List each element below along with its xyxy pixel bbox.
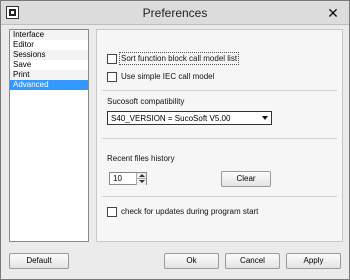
chevron-down-icon[interactable]	[262, 116, 268, 120]
separator	[102, 138, 337, 139]
category-item-sessions[interactable]: Sessions	[10, 50, 88, 60]
separator	[102, 196, 337, 197]
preferences-category-list: Interface Editor Sessions Save Print Adv…	[9, 29, 89, 242]
window-title: Preferences	[142, 6, 208, 20]
advanced-settings-panel: Sort function block call model list Use …	[96, 29, 343, 242]
preferences-window: Preferences ✕ Interface Editor Sessions …	[0, 0, 350, 280]
compat-value: S40_VERSION = SucoSoft V5.00	[111, 114, 231, 123]
clear-history-button[interactable]: Clear	[221, 171, 271, 187]
check-updates-checkbox[interactable]	[107, 207, 117, 217]
close-button[interactable]: ✕	[322, 5, 344, 21]
cancel-button[interactable]: Cancel	[225, 253, 280, 269]
apply-button[interactable]: Apply	[286, 253, 341, 269]
sort-function-block-label[interactable]: Sort function block call model list	[118, 52, 240, 65]
category-item-advanced[interactable]: Advanced	[10, 80, 88, 90]
sort-function-block-checkbox[interactable]	[107, 54, 117, 64]
category-item-save[interactable]: Save	[10, 60, 88, 70]
category-item-editor[interactable]: Editor	[10, 40, 88, 50]
stepper-down-icon[interactable]	[136, 179, 146, 185]
ok-button[interactable]: Ok	[164, 253, 219, 269]
category-item-print[interactable]: Print	[10, 70, 88, 80]
recent-files-value: 10	[113, 174, 122, 183]
simple-iec-checkbox[interactable]	[107, 72, 117, 82]
check-updates-label[interactable]: check for updates during program start	[121, 207, 258, 216]
default-button[interactable]: Default	[9, 253, 69, 269]
simple-iec-label[interactable]: Use simple IEC call model	[121, 72, 214, 81]
compat-dropdown[interactable]: S40_VERSION = SucoSoft V5.00	[107, 111, 272, 125]
category-item-interface[interactable]: Interface	[10, 30, 88, 40]
recent-files-stepper[interactable]: 10	[109, 172, 147, 185]
title-bar: Preferences ✕	[1, 1, 349, 25]
compat-heading: Sucosoft compatibility	[107, 97, 185, 106]
separator	[102, 90, 337, 91]
recent-files-heading: Recent files history	[107, 154, 175, 163]
